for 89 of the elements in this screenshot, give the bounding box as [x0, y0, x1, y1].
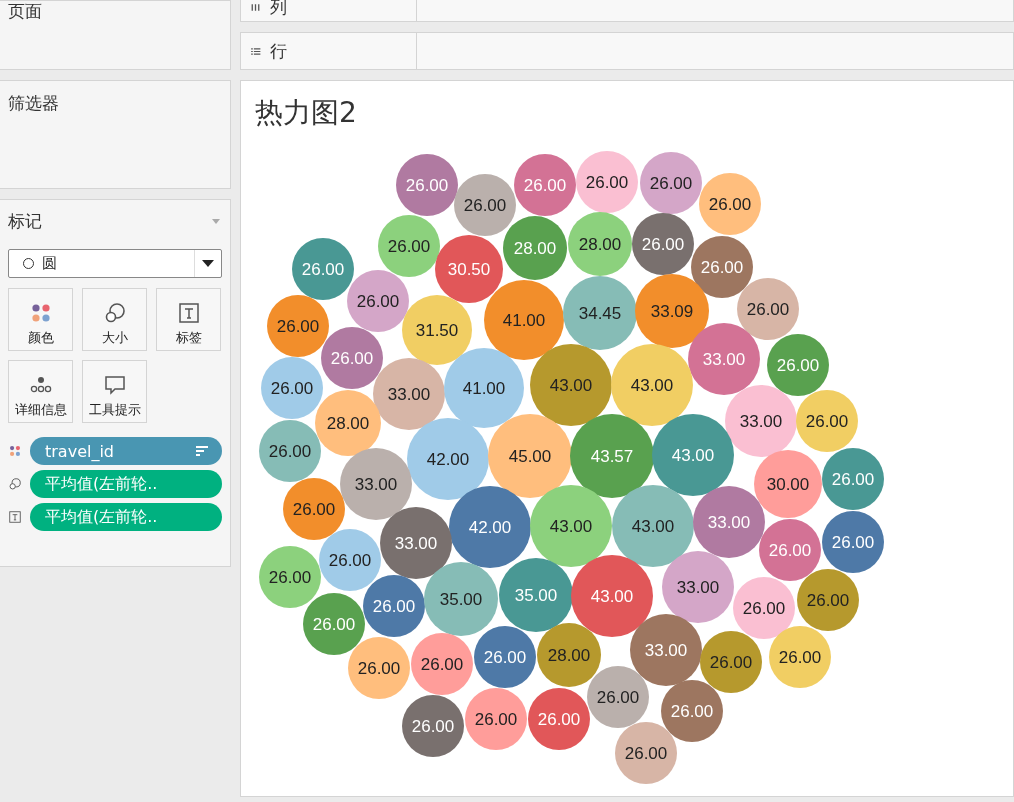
bubble-label: 26.00 — [670, 702, 714, 721]
bubble-label: 26.00 — [831, 470, 875, 489]
bubble-label: 43.00 — [630, 376, 674, 395]
bubble-label: 30.00 — [766, 475, 810, 494]
mark-type-dropdown[interactable]: 圆 — [8, 249, 222, 278]
bubble-label: 26.00 — [746, 300, 790, 319]
bubble-label: 26.00 — [276, 317, 320, 336]
bubble-label: 30.50 — [447, 260, 491, 279]
bubble-label: 26.00 — [523, 176, 567, 195]
bubble-label: 45.00 — [508, 447, 552, 466]
bubble-label: 26.00 — [372, 597, 416, 616]
bubble-label: 33.00 — [702, 350, 746, 369]
bubble-label: 33.09 — [650, 302, 694, 321]
speech-bubble-icon — [102, 373, 127, 397]
bubble-label: 26.00 — [483, 648, 527, 667]
bubble-label: 26.00 — [474, 710, 518, 729]
bubble-label: 35.00 — [514, 586, 558, 605]
bubble-label: 26.00 — [806, 591, 850, 610]
bubble-label: 35.00 — [439, 590, 483, 609]
bubble-label: 33.00 — [387, 385, 431, 404]
bubble-label: 43.00 — [549, 376, 593, 395]
bubble-label: 33.00 — [676, 578, 720, 597]
bubble-label: 33.00 — [644, 641, 688, 660]
mark-property-button[interactable]: 详细信息 — [8, 360, 73, 423]
dropdown-value: 圆 — [42, 254, 57, 273]
bubble-label: 26.00 — [700, 258, 744, 277]
bubble-label: 28.00 — [513, 239, 557, 258]
bubble-label: 26.00 — [831, 533, 875, 552]
mark-property-button[interactable]: 颜色 — [8, 288, 73, 351]
bubble-label: 26.00 — [411, 717, 455, 736]
mark-property-button[interactable]: 标签 — [156, 288, 221, 351]
section-title: 页面 — [7, 3, 42, 20]
sort-icon[interactable] — [196, 446, 208, 456]
section-title: 筛选器 — [7, 92, 59, 112]
bubble-label: 26.00 — [387, 237, 431, 256]
mark-property-button[interactable]: 工具提示 — [82, 360, 147, 423]
bubble-label: 31.50 — [415, 321, 459, 340]
bubble-label: 26.00 — [270, 379, 314, 398]
bubble-label: 42.00 — [468, 518, 512, 537]
bubble-label: 28.00 — [578, 235, 622, 254]
bubble-label: 26.00 — [768, 541, 812, 560]
bubble-label: 26.00 — [709, 653, 753, 672]
text-box-icon — [8, 510, 22, 524]
shelf-label: 行 — [270, 42, 287, 60]
bubble-label: 28.00 — [547, 646, 591, 665]
bubble-label: 26.00 — [328, 551, 372, 570]
bubble-label: 26.00 — [312, 615, 356, 634]
bubble-label: 43.00 — [549, 517, 593, 536]
bubble-label: 26.00 — [641, 235, 685, 254]
bubble-label: 26.00 — [537, 710, 581, 729]
bubble-label: 26.00 — [776, 356, 820, 375]
bubble-label: 43.00 — [631, 517, 675, 536]
bubble-label: 26.00 — [357, 659, 401, 678]
card-title: 标记 — [8, 210, 42, 233]
bubble-label: 26.00 — [805, 412, 849, 431]
bubble-label: 26.00 — [356, 292, 400, 311]
bubble-label: 26.00 — [649, 174, 693, 193]
bubble-label: 28.00 — [326, 414, 370, 433]
bubble-label: 33.00 — [354, 475, 398, 494]
text-box-icon — [176, 301, 201, 325]
bubble-label: 26.00 — [742, 599, 786, 618]
bubble-label: 26.00 — [708, 195, 752, 214]
bubble-label: 26.00 — [420, 655, 464, 674]
bubble-label: 43.57 — [590, 447, 634, 466]
bubble-label: 26.00 — [778, 648, 822, 667]
bubble-label: 33.00 — [739, 412, 783, 431]
color-dots-icon — [8, 444, 22, 458]
chart-title: 热力图2 — [255, 98, 357, 129]
bubble-label: 41.00 — [502, 311, 546, 330]
mark-property-button[interactable]: 大小 — [82, 288, 147, 351]
bubble-label: 43.00 — [671, 446, 715, 465]
caret-icon[interactable] — [212, 219, 220, 224]
bubble-label: 26.00 — [268, 442, 312, 461]
bubble-label: 26.00 — [330, 349, 374, 368]
bubble-label: 26.00 — [268, 568, 312, 587]
bubble-label: 26.00 — [596, 688, 640, 707]
bubble-label: 41.00 — [462, 379, 506, 398]
bubble-label: 26.00 — [585, 173, 629, 192]
bubble-label: 26.00 — [405, 176, 449, 195]
bubble-label: 34.45 — [578, 304, 622, 323]
circles-icon — [8, 477, 22, 491]
bubble-label: 42.00 — [426, 450, 470, 469]
bubble-label: 43.00 — [590, 587, 634, 606]
bubble-label: 26.00 — [463, 196, 507, 215]
bubble-label: 26.00 — [624, 744, 668, 763]
bubble-label: 26.00 — [301, 260, 345, 279]
bubble-label: 33.00 — [394, 534, 438, 553]
bubble-label: 26.00 — [292, 500, 336, 519]
bubble-label: 33.00 — [707, 513, 751, 532]
